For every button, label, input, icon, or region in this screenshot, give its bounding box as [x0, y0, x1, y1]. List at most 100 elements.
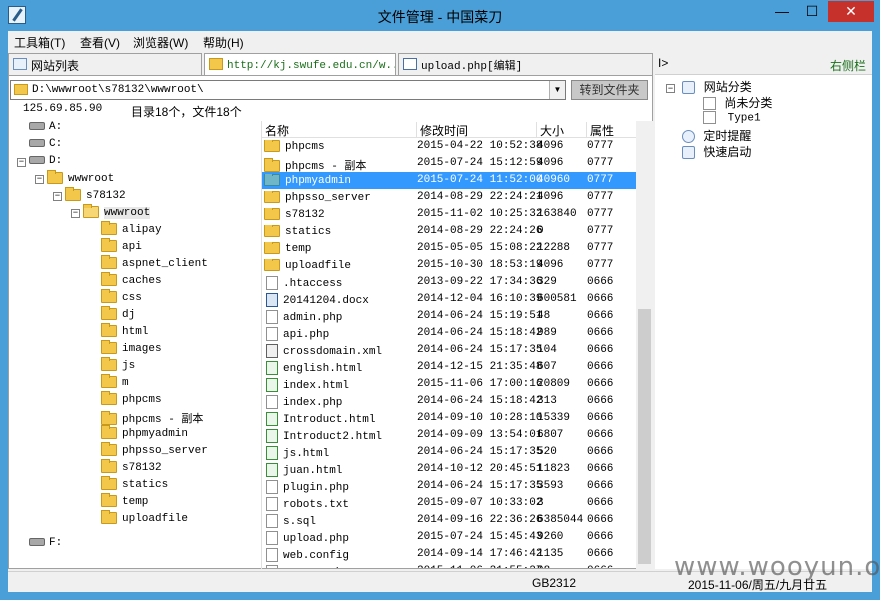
column-time[interactable]: 修改时间 [417, 122, 537, 138]
file-size: 0 [537, 225, 544, 237]
sidebar-header: I> 右侧栏 [655, 53, 872, 75]
maximize-button[interactable]: ☐ [798, 1, 826, 22]
file-name-cell: web.config [264, 548, 414, 562]
tree-node[interactable]: statics [101, 476, 168, 495]
tab-site-list[interactable]: 网站列表 [8, 53, 202, 75]
tree-node[interactable]: − D: [17, 155, 62, 172]
file-row[interactable]: plugin.php 2014-06-24 15:17:35 3593 0666 [262, 478, 636, 495]
tab-editor[interactable]: upload.php[编辑] [398, 53, 653, 75]
collapse-icon[interactable]: − [53, 192, 62, 201]
tab-file-manager[interactable]: http://kj.swufe.edu.cn/w... [204, 53, 396, 75]
tree-node[interactable]: phpmyadmin [101, 425, 188, 444]
menu-view[interactable]: 查看(V) [80, 34, 120, 51]
file-row[interactable]: phpsso_server 2014-08-29 22:24:21 4096 0777 [262, 189, 636, 206]
tree-node[interactable]: phpcms [101, 391, 162, 410]
goto-folder-button[interactable]: 转到文件夹 [571, 80, 648, 100]
file-row[interactable]: s.sql 2014-09-16 22:36:26 6385044 0666 [262, 512, 636, 529]
file-row[interactable]: uploadfile 2015-10-30 18:53:19 4096 0777 [262, 257, 636, 274]
file-row[interactable]: juan.html 2014-10-12 20:45:51 11823 0666 [262, 461, 636, 478]
file-row[interactable]: web.config 2014-09-14 17:46:42 1135 0666 [262, 546, 636, 563]
sidebar-item-quick-launch[interactable]: 快速启动 [682, 143, 751, 160]
file-row[interactable]: Introduct.html 2014-09-10 10:28:10 15339 06… [262, 410, 636, 427]
collapse-icon[interactable]: − [71, 209, 80, 218]
sidebar-item-categories[interactable]: − 网站分类 [666, 78, 752, 95]
chevron-down-icon[interactable]: ▼ [549, 81, 565, 99]
file-row[interactable]: phpmyadmin 2015-07-24 11:52:00 40960 0777 [262, 172, 636, 189]
sidebar-toggle[interactable]: I> [658, 56, 668, 70]
file-row[interactable]: js.html 2014-06-24 15:17:35 520 0666 [262, 444, 636, 461]
sidebar-item-type1[interactable]: Type1 [703, 111, 761, 127]
quick-launch-icon [682, 146, 695, 160]
tree-node[interactable]: phpsso_server [101, 442, 208, 461]
tree-node[interactable]: − s78132 [53, 187, 126, 206]
file-row[interactable]: 20141204.docx 2014-12-04 16:10:39 600581 06… [262, 291, 636, 308]
file-name: temp [285, 242, 312, 255]
close-button[interactable]: ✕ [828, 1, 874, 22]
file-row[interactable]: statics 2014-08-29 22:24:26 0 0777 [262, 223, 636, 240]
file-name-cell: phpmyadmin [264, 174, 414, 187]
file-time: 2015-04-22 10:52:38 [417, 140, 543, 152]
file-row[interactable]: s78132 2015-11-02 10:25:32 163840 0777 [262, 206, 636, 223]
file-row[interactable]: .htaccess 2013-09-22 17:34:36 329 0666 [262, 274, 636, 291]
folder-icon [101, 272, 117, 286]
menu-tools[interactable]: 工具箱(T) [14, 34, 65, 51]
item-count: 目录18个，文件18个 [131, 105, 242, 119]
file-row[interactable]: phpcms 2015-04-22 10:52:38 4096 0777 [262, 138, 636, 155]
path-combobox[interactable]: D:\wwwroot\s78132\wwwroot\ ▼ [10, 80, 566, 100]
file-row[interactable]: upload.php 2015-07-24 15:45:43 9260 0666 [262, 529, 636, 546]
file-row[interactable]: phpcms - 副本 2015-07-24 15:12:59 4096 0777 [262, 155, 636, 173]
collapse-icon[interactable]: − [35, 175, 44, 184]
tree-node[interactable]: aspnet_client [101, 255, 208, 274]
file-size: 48 [537, 310, 551, 322]
file-size: 6385044 [537, 514, 584, 526]
file-row[interactable]: index.php 2014-06-24 15:18:42 313 0666 [262, 393, 636, 410]
file-row[interactable]: temp 2015-05-05 15:08:22 12288 0777 [262, 240, 636, 257]
folder-icon [101, 221, 117, 235]
file-row[interactable]: index.html 2015-11-06 17:00:16 20809 0666 [262, 376, 636, 393]
file-row[interactable]: crossdomain.xml 2014-06-24 15:17:35 104 066… [262, 342, 636, 359]
tree-node[interactable]: phpcms - 副本 [101, 410, 203, 427]
tree-node[interactable]: uploadfile [101, 510, 188, 529]
file-list-scrollbar[interactable] [636, 121, 653, 569]
file-row[interactable]: robots.txt 2015-09-07 10:33:02 3 0666 [262, 495, 636, 512]
path-input[interactable]: D:\wwwroot\s78132\wwwroot\ [32, 84, 204, 96]
file-row[interactable]: api.php 2014-06-24 15:18:42 989 0666 [262, 325, 636, 342]
title-bar[interactable]: 文件管理 - 中国菜刀 — ☐ ✕ [0, 0, 880, 31]
file-time: 2015-11-02 10:25:32 [417, 208, 543, 220]
file-time: 2013-09-22 17:34:36 [417, 276, 543, 288]
tree-node-label: js [122, 359, 136, 372]
collapse-icon[interactable]: − [666, 84, 675, 93]
file-row[interactable]: admin.php 2014-06-24 15:19:51 48 0666 [262, 308, 636, 325]
file-attr: 0666 [587, 531, 614, 543]
scrollbar-thumb[interactable] [638, 309, 651, 564]
file-size: 9260 [537, 531, 564, 543]
window-title: 文件管理 - 中国菜刀 [377, 9, 503, 25]
tree-node[interactable]: caches [101, 272, 162, 291]
tree-node[interactable]: C: [29, 138, 62, 155]
sidebar-item-reminder[interactable]: 定时提醒 [682, 127, 751, 144]
tree-node[interactable]: alipay [101, 221, 162, 240]
tree-node[interactable]: − wwwroot [71, 204, 151, 223]
file-time: 2014-06-24 15:17:35 [417, 446, 543, 458]
file-name: index.html [283, 379, 350, 392]
column-size[interactable]: 大小 [537, 122, 587, 138]
menu-browser[interactable]: 浏览器(W) [133, 34, 188, 51]
minimize-button[interactable]: — [768, 1, 796, 22]
column-attr[interactable]: 属性 [587, 122, 636, 138]
tree-node[interactable]: − wwwroot [35, 170, 114, 189]
file-name-cell: .htaccess [264, 276, 414, 290]
file-name: s.sql [283, 515, 317, 528]
file-row[interactable]: wooyun.php 2015-11-06 21:55:2798 0666 [262, 563, 636, 568]
file-row[interactable]: Introduct2.html 2014-09-09 13:54:01 6807 06… [262, 427, 636, 444]
sidebar-item-uncategorized[interactable]: 尚未分类 [703, 94, 772, 111]
menu-help[interactable]: 帮助(H) [203, 34, 244, 51]
drive-icon [29, 122, 45, 131]
collapse-icon[interactable]: − [17, 158, 26, 167]
tree-node[interactable]: F: [29, 537, 62, 554]
tree-node[interactable]: s78132 [101, 459, 162, 478]
tree-node[interactable]: A: [29, 121, 62, 138]
file-size: 15339 [537, 412, 571, 424]
column-name[interactable]: 名称 [262, 122, 417, 138]
tree-node[interactable]: images [101, 340, 162, 359]
file-row[interactable]: english.html 2014-12-15 21:35:48 607 0666 [262, 359, 636, 376]
